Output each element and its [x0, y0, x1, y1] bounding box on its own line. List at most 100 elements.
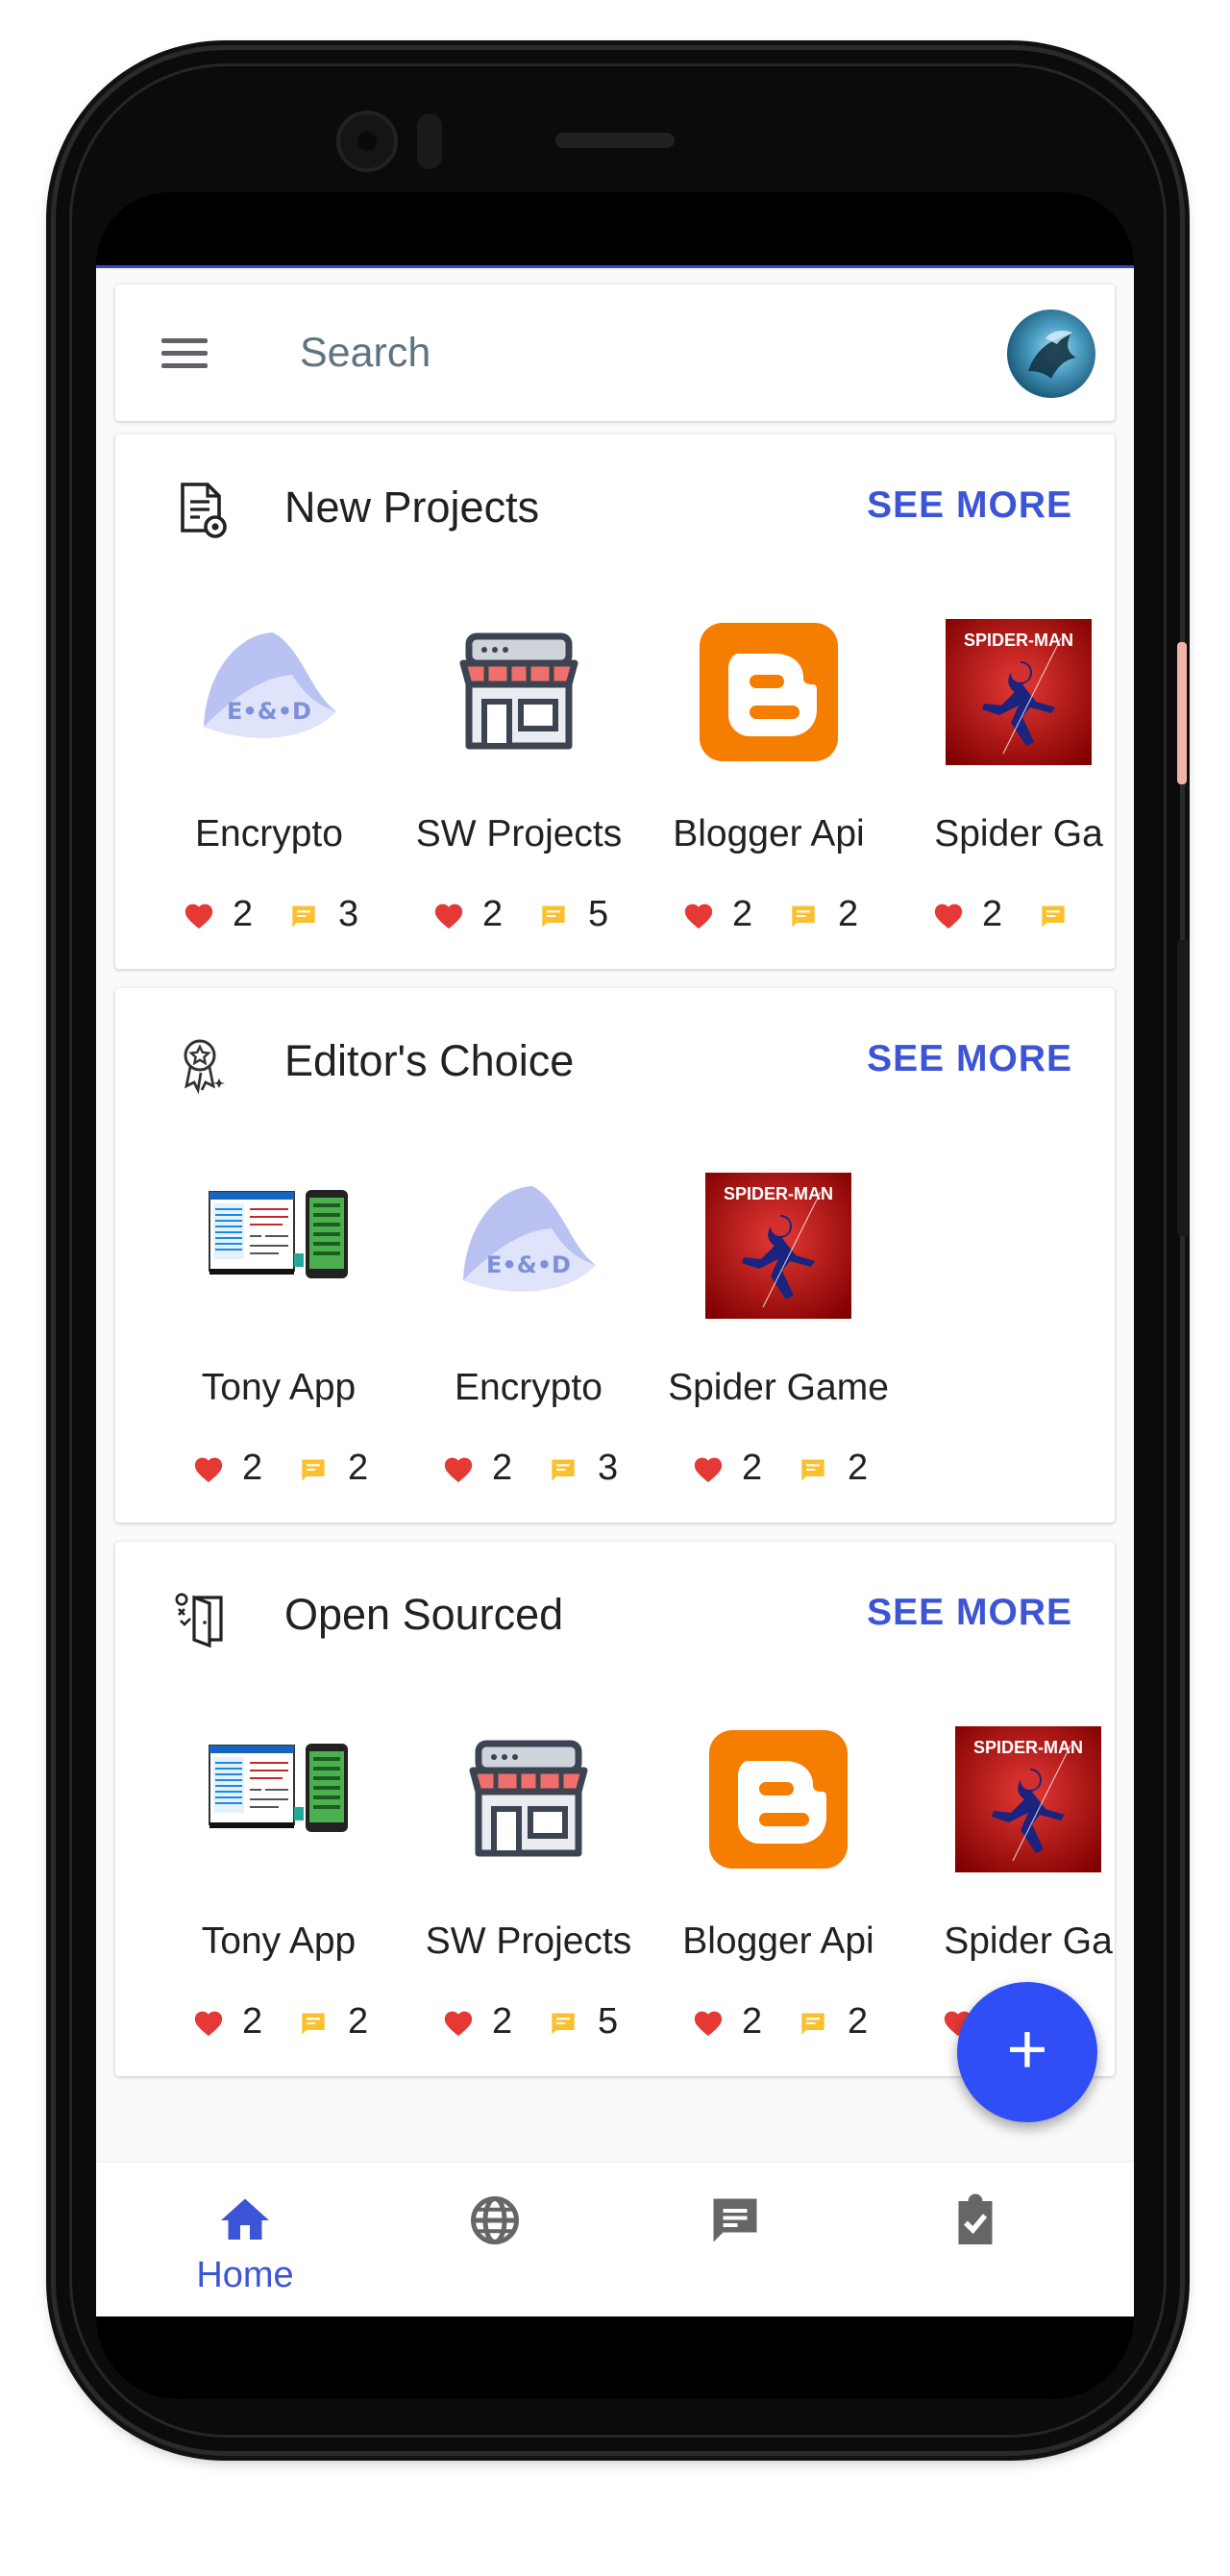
side-button-volume [1177, 940, 1189, 1236]
project-stats: 25 [394, 894, 644, 936]
front-camera [336, 111, 398, 172]
project-card[interactable]: SPIDER-MAN Spider Ga 2 [894, 619, 1115, 946]
home-icon [221, 2198, 269, 2240]
award-ribbon-icon [173, 1034, 231, 1095]
heart-icon[interactable] [442, 1453, 475, 1484]
heart-icon[interactable] [692, 1453, 725, 1484]
comment-icon[interactable] [300, 1457, 327, 1482]
encrypto-logo: E•&•D [455, 1173, 602, 1319]
project-stats: 25 [404, 2001, 653, 2043]
comment-icon[interactable] [290, 904, 317, 929]
comment-icon[interactable] [300, 2011, 327, 2036]
heart-icon[interactable] [192, 1453, 225, 1484]
heart-icon[interactable] [183, 900, 215, 930]
bottom-navigation: Home [96, 2163, 1134, 2316]
likes-count: 2 [742, 1448, 763, 1488]
nav-item-home[interactable]: Home [125, 2163, 365, 2316]
spiderman-cover: SPIDER-MAN [955, 1726, 1101, 1872]
comment-icon[interactable] [1040, 904, 1067, 929]
nav-item-messages[interactable] [615, 2163, 855, 2316]
blogger-logo [696, 619, 842, 765]
search-input[interactable] [298, 323, 971, 383]
add-project-fab[interactable]: + [957, 1982, 1097, 2122]
app-screenshot [206, 1173, 352, 1319]
document-gear-icon [173, 481, 231, 540]
svg-text:E•&•D: E•&•D [486, 1251, 571, 1278]
likes-count: 2 [742, 2001, 763, 2042]
app-screen: New ProjectsSEE MOREE•&•DEncrypto23SW Pr… [96, 265, 1134, 2316]
project-name: Tony App [201, 1920, 357, 1962]
section-title: New Projects [284, 483, 540, 532]
store-icon [455, 1726, 602, 1872]
section-title: Editor's Choice [284, 1036, 575, 1085]
spiderman-cover: SPIDER-MAN [705, 1173, 851, 1319]
comment-icon[interactable] [800, 2011, 826, 2036]
project-card[interactable]: Blogger Api 2 2 [644, 619, 894, 946]
project-name: Tony App [201, 1367, 357, 1408]
proximity-sensor [417, 113, 442, 169]
comments-count: 2 [348, 1448, 369, 1488]
nav-item-tasks[interactable] [855, 2163, 1095, 2316]
project-card[interactable]: SW Projects 2 5 [394, 619, 644, 946]
project-stats: 22 [644, 894, 894, 936]
status-accent-line [96, 265, 1134, 268]
likes-count: 2 [982, 894, 1003, 934]
project-card[interactable]: Tony App 2 2 [154, 1173, 404, 1499]
project-card[interactable]: SPIDER-MAN Spider Game 2 2 [653, 1173, 903, 1499]
project-name: Spider Ga [934, 813, 1103, 855]
comments-count: 2 [838, 894, 859, 934]
likes-count: 2 [242, 2001, 263, 2042]
comment-icon[interactable] [540, 904, 567, 929]
project-name: SW Projects [415, 813, 623, 855]
project-card[interactable]: Blogger Api 2 2 [653, 1726, 903, 2053]
project-card[interactable]: E•&•D Encrypto 2 3 [404, 1173, 653, 1499]
bottom-bezel [96, 2316, 1134, 2399]
avatar[interactable] [1007, 310, 1095, 398]
see-more-button[interactable]: SEE MORE [867, 484, 1072, 527]
heart-icon[interactable] [692, 2007, 725, 2038]
project-card[interactable]: SW Projects 2 5 [404, 1726, 653, 2053]
project-name: Spider Game [668, 1367, 889, 1408]
hamburger-menu-icon[interactable] [161, 338, 211, 369]
likes-count: 2 [482, 894, 504, 934]
project-card[interactable]: Tony App 2 2 [154, 1726, 404, 2053]
comment-icon[interactable] [800, 1457, 826, 1482]
project-stats: 23 [404, 1448, 653, 1490]
project-name: Encrypto [195, 813, 343, 855]
comments-count: 2 [348, 2001, 369, 2042]
comments-count: 2 [848, 1448, 869, 1488]
side-button-power [1177, 642, 1187, 784]
section-card-new-projects: New Projects SEE MORE E•&•D Encrypto 2 3 SW Pr… [115, 434, 1115, 969]
heart-icon[interactable] [932, 900, 965, 930]
likes-count: 2 [492, 2001, 513, 2042]
comment-icon[interactable] [790, 904, 817, 929]
project-name: Spider Ga [944, 1920, 1113, 1962]
comment-icon[interactable] [550, 1457, 577, 1482]
project-stats: 22 [154, 2001, 404, 2043]
nav-item-explore[interactable] [375, 2163, 615, 2316]
project-card[interactable]: E•&•D Encrypto 2 3 [144, 619, 394, 946]
heart-icon[interactable] [192, 2007, 225, 2038]
project-stats: 2 [894, 894, 1115, 936]
open-door-icon [173, 1588, 231, 1648]
project-stats: 22 [653, 2001, 903, 2043]
svg-text:E•&•D: E•&•D [227, 698, 311, 725]
likes-count: 2 [732, 894, 753, 934]
heart-icon[interactable] [442, 2007, 475, 2038]
project-name: SW Projects [425, 1920, 632, 1962]
encrypto-logo: E•&•D [196, 619, 342, 765]
heart-icon[interactable] [682, 900, 715, 930]
comment-icon[interactable] [550, 2011, 577, 2036]
heart-icon[interactable] [432, 900, 465, 930]
section-card-editor-s-choice: Editor's Choice SEE MORE Tony App 2 2 E•&•D En… [115, 988, 1115, 1523]
store-icon [446, 619, 592, 765]
top-bezel [96, 192, 1134, 265]
see-more-button[interactable]: SEE MORE [867, 1038, 1072, 1080]
project-name: Encrypto [455, 1367, 603, 1408]
project-name: Blogger Api [682, 1920, 874, 1962]
likes-count: 2 [233, 894, 254, 934]
clipboard-check-icon [958, 2193, 993, 2244]
see-more-button[interactable]: SEE MORE [867, 1592, 1072, 1634]
earpiece-speaker [555, 133, 675, 148]
project-stats: 23 [144, 894, 394, 936]
